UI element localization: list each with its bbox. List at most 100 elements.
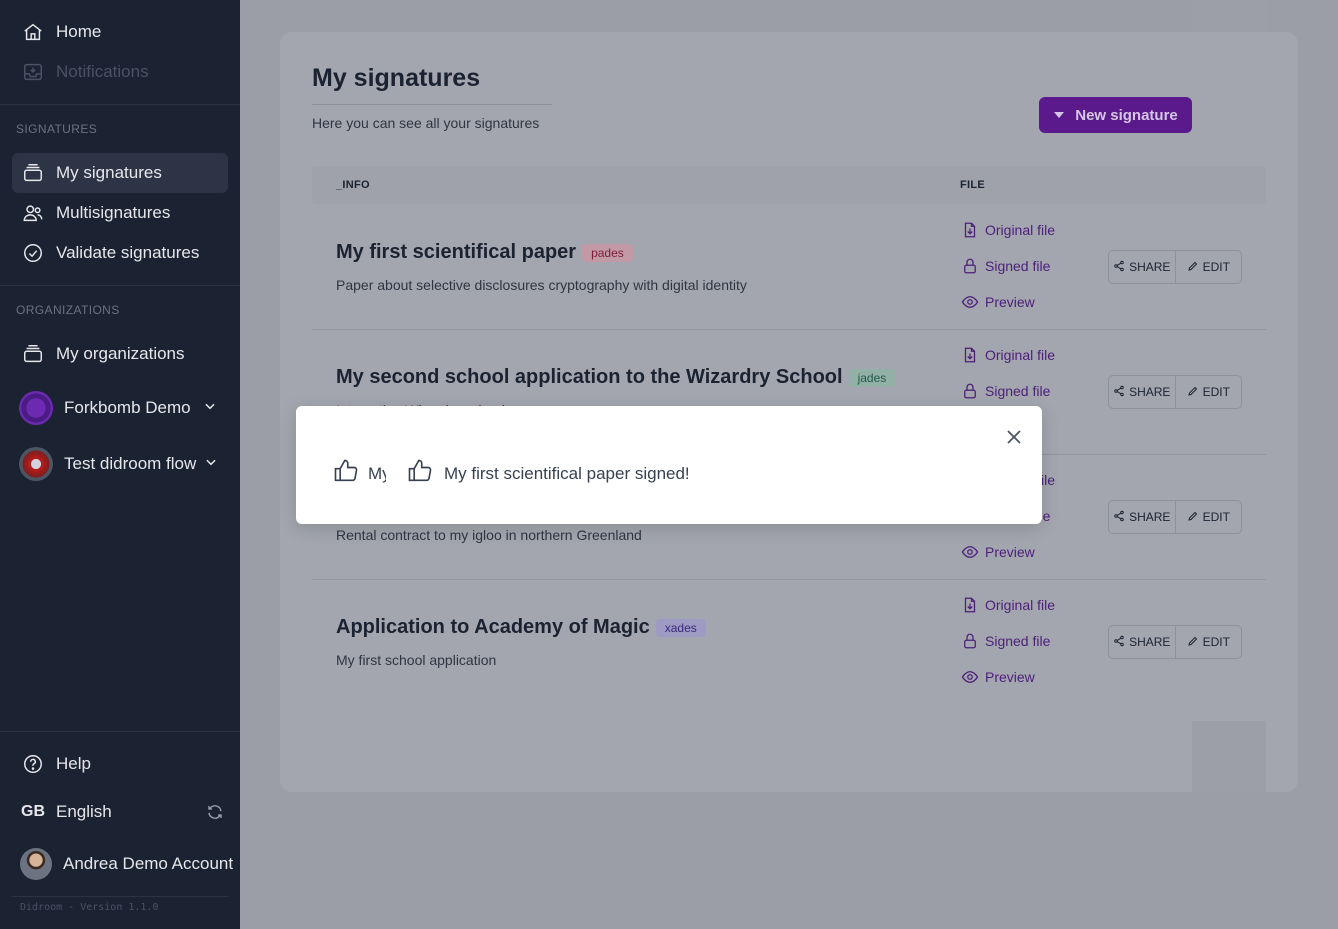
user-account[interactable]: Andrea Demo Account (12, 842, 240, 886)
signature-title[interactable]: My first scientifical paper pades (336, 241, 633, 264)
share-button[interactable]: SHARE (1109, 501, 1175, 533)
share-button[interactable]: SHARE (1109, 376, 1175, 408)
edit-label: EDIT (1202, 385, 1230, 399)
sidebar-item-label: Home (56, 22, 102, 41)
org-avatar-icon (19, 391, 53, 425)
sidebar-item-help[interactable]: Help (12, 744, 228, 784)
preview-link[interactable]: Preview (961, 293, 1035, 311)
share-button[interactable]: SHARE (1109, 626, 1175, 658)
table-header (312, 166, 1266, 204)
home-icon (22, 21, 44, 43)
format-badge: jades (848, 368, 896, 387)
close-icon[interactable] (1004, 427, 1024, 447)
signature-description: My first school application (336, 652, 497, 668)
help-icon (22, 753, 44, 775)
sidebar-divider (0, 104, 240, 105)
sidebar-item-label: Validate signatures (56, 243, 200, 262)
signature-title[interactable]: My second school application to the Wiza… (336, 366, 896, 389)
success-toast: My first scientifical paper signed! (406, 457, 690, 490)
thumbs-up-icon (406, 457, 434, 490)
original-file-link[interactable]: Original file (961, 346, 1055, 364)
edit-button[interactable]: EDIT (1174, 376, 1242, 408)
share-icon (1113, 385, 1125, 400)
share-label: SHARE (1129, 510, 1171, 524)
new-signature-button[interactable]: New signature (1039, 97, 1192, 133)
preview-link[interactable]: Preview (961, 668, 1035, 686)
decorative-block (1192, 721, 1266, 793)
format-badge: pades (582, 243, 633, 262)
new-signature-label: New signature (1075, 106, 1178, 124)
pencil-icon (1187, 260, 1199, 275)
share-button[interactable]: SHARE (1109, 251, 1175, 283)
signed-file-link[interactable]: Signed file (961, 257, 1050, 275)
file-download-icon (961, 346, 979, 364)
users-icon (22, 202, 44, 224)
section-label-organizations: ORGANIZATIONS (16, 303, 120, 317)
sidebar-item-my-signatures[interactable]: My signatures (12, 153, 228, 193)
sidebar-divider (12, 896, 228, 897)
sidebar-item-label: Test didroom flow (64, 454, 197, 473)
previous-toast: My (332, 457, 386, 490)
pencil-icon (1187, 510, 1199, 525)
sidebar-item-home[interactable]: Home (12, 12, 228, 52)
success-modal: My My first scientifical paper signed! (296, 406, 1042, 524)
previous-toast-text: My (368, 463, 386, 483)
column-header-file: FILE (960, 179, 986, 191)
edit-label: EDIT (1202, 635, 1230, 649)
signature-description: Paper about selective disclosures crypto… (336, 277, 747, 293)
share-label: SHARE (1129, 385, 1171, 399)
sidebar-item-org-test-didroom[interactable]: Test didroom flow (12, 441, 228, 487)
version-label: Didroom - Version 1.1.0 (20, 902, 159, 913)
edit-button[interactable]: EDIT (1174, 626, 1242, 658)
sidebar-item-notifications[interactable]: Notifications (12, 52, 228, 92)
pencil-icon (1187, 635, 1199, 650)
signature-title-text: My first scientifical paper (336, 241, 577, 263)
sidebar-divider (0, 731, 240, 732)
edit-button[interactable]: EDIT (1174, 251, 1242, 283)
lock-icon (961, 382, 979, 400)
org-avatar-icon (19, 447, 53, 481)
lock-icon (961, 632, 979, 650)
original-file-link[interactable]: Original file (961, 221, 1055, 239)
link-label: Preview (985, 544, 1035, 560)
signature-title-text: Application to Academy of Magic (336, 616, 650, 638)
pencil-icon (1187, 385, 1199, 400)
lock-icon (961, 257, 979, 275)
refresh-icon[interactable] (206, 803, 224, 821)
sidebar-item-label: My organizations (56, 344, 185, 363)
row-actions: SHARE EDIT (1108, 250, 1242, 284)
signed-file-link[interactable]: Signed file (961, 632, 1050, 650)
signature-description: Rental contract to my igloo in northern … (336, 527, 642, 543)
sidebar-item-label: Help (56, 754, 91, 773)
link-label: Original file (985, 347, 1056, 363)
eye-icon (961, 543, 979, 561)
link-label: Signed file (985, 383, 1051, 399)
edit-button[interactable]: EDIT (1174, 501, 1242, 533)
share-label: SHARE (1129, 260, 1171, 274)
chevron-down-icon[interactable] (204, 454, 218, 474)
eye-icon (961, 293, 979, 311)
preview-link[interactable]: Preview (961, 543, 1035, 561)
sidebar-item-multisignatures[interactable]: Multisignatures (12, 193, 228, 233)
sidebar-item-org-forkbomb[interactable]: Forkbomb Demo (12, 385, 228, 431)
sidebar-item-validate-signatures[interactable]: Validate signatures (12, 233, 228, 273)
link-label: Signed file (985, 258, 1051, 274)
user-name: Andrea Demo Account (63, 854, 234, 873)
link-label: Original file (985, 222, 1056, 238)
thumbs-up-icon (332, 457, 360, 490)
avatar (20, 848, 52, 880)
signature-title[interactable]: Application to Academy of Magic xades (336, 616, 706, 639)
original-file-link[interactable]: Original file (961, 596, 1055, 614)
success-message: My first scientifical paper signed! (444, 463, 690, 483)
row-actions: SHARE EDIT (1108, 375, 1242, 409)
title-divider (312, 104, 552, 105)
signed-file-link[interactable]: Signed file (961, 382, 1050, 400)
share-icon (1113, 260, 1125, 275)
sidebar-item-my-organizations[interactable]: My organizations (12, 334, 228, 374)
link-label: Preview (985, 294, 1035, 310)
sidebar-divider (0, 285, 240, 286)
sidebar-item-label: Forkbomb Demo (64, 398, 191, 417)
language-selector[interactable]: GB English (12, 792, 232, 832)
table-row: My first scientifical paper pades Paper … (312, 205, 1266, 330)
chevron-down-icon[interactable] (203, 398, 217, 418)
